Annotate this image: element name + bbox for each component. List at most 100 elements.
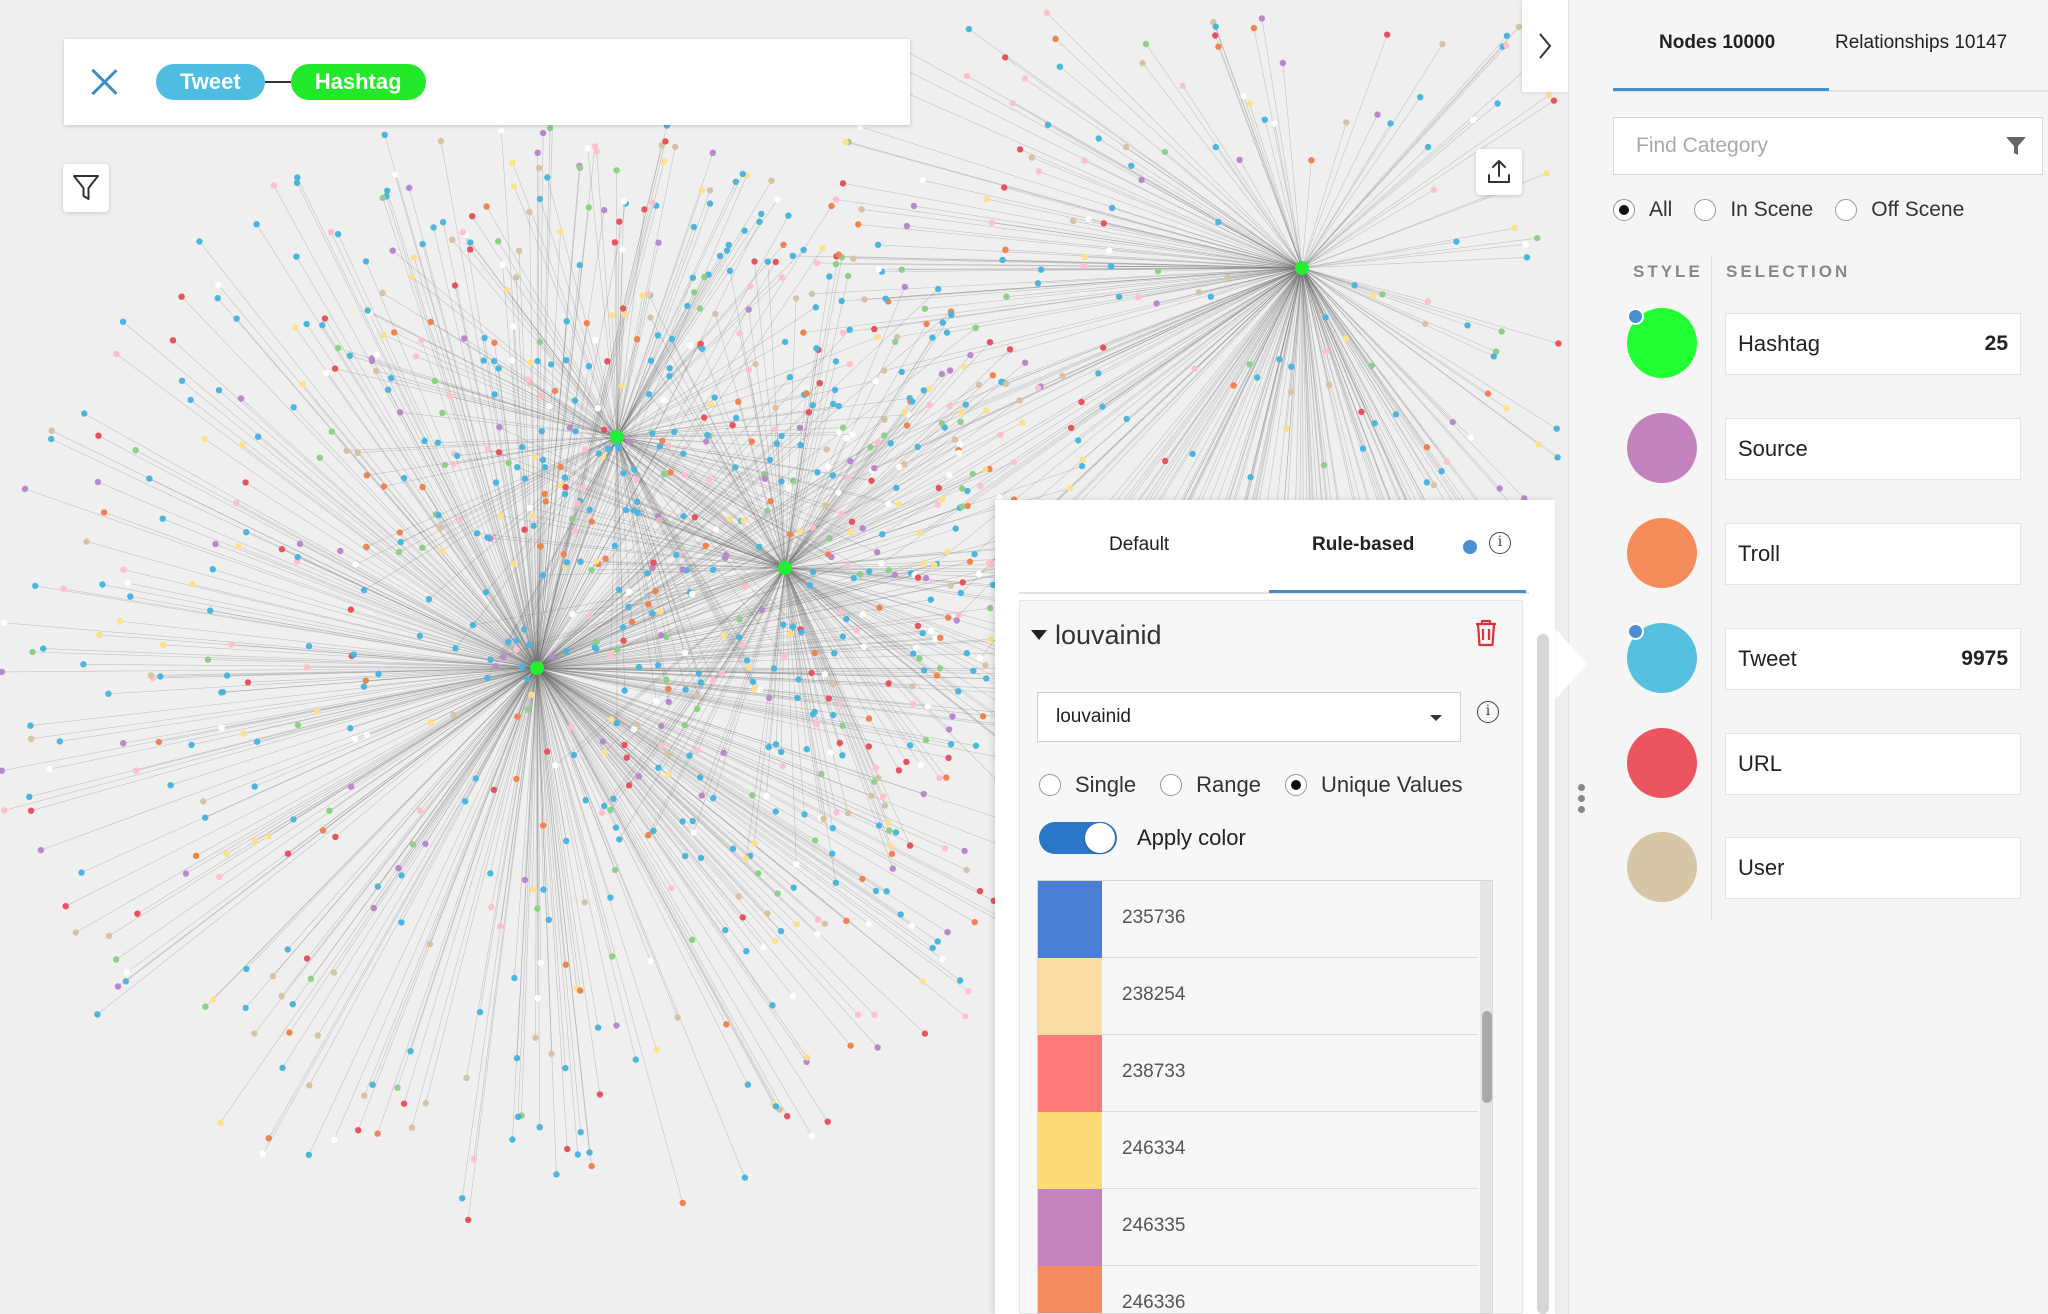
property-select-value: louvainid xyxy=(1056,706,1131,727)
category-row[interactable]: Source xyxy=(1627,413,2047,483)
scope-off-scene[interactable]: Off Scene xyxy=(1835,198,1964,222)
color-rule-row[interactable]: 246336 xyxy=(1038,1266,1478,1313)
category-color-swatch[interactable] xyxy=(1627,413,1697,483)
rule-indicator-dot xyxy=(1627,623,1644,640)
color-rule-value: 238254 xyxy=(1122,984,1186,1005)
popover-scrollbar[interactable] xyxy=(1537,634,1549,1314)
close-icon[interactable] xyxy=(86,64,122,100)
color-swatch[interactable] xyxy=(1038,1112,1102,1189)
mode-single[interactable]: Single xyxy=(1039,772,1136,798)
trash-icon[interactable] xyxy=(1473,618,1499,648)
category-name: URL xyxy=(1738,751,1783,776)
query-pill-hashtag[interactable]: Hashtag xyxy=(290,64,426,100)
color-swatch[interactable] xyxy=(1038,1189,1102,1266)
funnel-icon[interactable] xyxy=(2004,134,2028,158)
tab-nodes[interactable]: Nodes 10000 xyxy=(1659,32,1775,54)
rule-indicator-dot xyxy=(1627,308,1644,325)
color-swatch[interactable] xyxy=(1038,1266,1102,1313)
hashtag-hub-node[interactable] xyxy=(530,661,544,675)
category-color-swatch[interactable] xyxy=(1627,832,1697,902)
scope-in-scene-label: In Scene xyxy=(1730,198,1814,221)
upload-icon xyxy=(1488,160,1510,183)
category-row[interactable]: Tweet 9975 xyxy=(1627,623,2047,693)
mode-range[interactable]: Range xyxy=(1160,772,1261,798)
filter-button[interactable] xyxy=(63,164,109,212)
tab-relationships[interactable]: Relationships 10147 xyxy=(1835,32,2007,54)
category-count: 9975 xyxy=(1961,647,2008,670)
radio-icon xyxy=(1039,774,1061,796)
color-rule-value: 246334 xyxy=(1122,1138,1186,1159)
selection-header: SELECTION xyxy=(1726,262,1851,281)
info-icon[interactable]: i xyxy=(1489,532,1511,554)
hashtag-hub-node[interactable] xyxy=(610,430,624,444)
mode-unique-values-label: Unique Values xyxy=(1321,772,1463,797)
category-row[interactable]: Hashtag 25 xyxy=(1627,308,2047,378)
drag-handle[interactable] xyxy=(1578,784,1586,820)
hashtag-hub-node[interactable] xyxy=(778,561,792,575)
color-rule-row[interactable]: 238254 xyxy=(1038,958,1478,1035)
tab-default[interactable]: Default xyxy=(1109,534,1169,556)
caret-down-icon[interactable] xyxy=(1031,630,1047,640)
category-card[interactable]: Tweet 9975 xyxy=(1725,628,2021,690)
mode-unique-values[interactable]: Unique Values xyxy=(1285,772,1462,798)
category-color-swatch[interactable] xyxy=(1627,518,1697,588)
color-rule-value: 235736 xyxy=(1122,907,1186,928)
scope-all[interactable]: All xyxy=(1613,198,1672,222)
mode-single-label: Single xyxy=(1075,772,1137,797)
panel-tabs: Nodes 10000 Relationships 10147 xyxy=(1613,0,2048,92)
export-button[interactable] xyxy=(1476,149,1522,195)
category-card[interactable]: Troll xyxy=(1725,523,2021,585)
color-rule-list: 246336 246335 246334 238733 238254 235736 xyxy=(1037,880,1493,1314)
find-category-field[interactable] xyxy=(1613,117,2043,175)
category-color-swatch[interactable] xyxy=(1627,728,1697,798)
radio-icon xyxy=(1285,774,1307,796)
category-card[interactable]: URL xyxy=(1725,733,2021,795)
scope-all-label: All xyxy=(1649,198,1673,221)
query-pill-tweet[interactable]: Tweet xyxy=(156,64,265,100)
info-icon[interactable]: i xyxy=(1477,701,1499,723)
rule-title: louvainid xyxy=(1055,620,1162,650)
category-row[interactable]: Troll xyxy=(1627,518,2047,588)
query-bar: Tweet Hashtag xyxy=(64,39,910,125)
active-style-tab-indicator xyxy=(1269,590,1526,593)
color-swatch[interactable] xyxy=(1038,958,1102,1035)
color-swatch[interactable] xyxy=(1038,1035,1102,1112)
color-rule-row[interactable]: 246334 xyxy=(1038,1112,1478,1189)
column-headers: STYLE SELECTION xyxy=(1633,262,1847,282)
scope-in-scene[interactable]: In Scene xyxy=(1694,198,1813,222)
apply-color-label: Apply color xyxy=(1137,825,1246,850)
apply-color-row: Apply color xyxy=(1039,822,1246,854)
scope-off-scene-label: Off Scene xyxy=(1871,198,1965,221)
category-name: Tweet xyxy=(1738,646,1797,671)
hashtag-hub-node[interactable] xyxy=(1295,261,1309,275)
color-rule-row[interactable]: 235736 xyxy=(1038,881,1478,958)
radio-icon xyxy=(1835,199,1858,221)
tab-rule-based[interactable]: Rule-based xyxy=(1312,534,1414,556)
chevron-down-icon xyxy=(1430,715,1442,721)
category-count: 25 xyxy=(1984,332,2008,355)
style-tabs: Default Rule-based i xyxy=(1019,500,1529,594)
apply-color-toggle[interactable] xyxy=(1039,822,1117,854)
category-row[interactable]: URL xyxy=(1627,728,2047,798)
find-category-input[interactable] xyxy=(1636,134,1976,158)
rule-indicator-dot xyxy=(1463,540,1477,554)
category-name: Source xyxy=(1738,436,1808,461)
category-name: Hashtag xyxy=(1738,331,1820,356)
color-rule-row[interactable]: 238733 xyxy=(1038,1035,1478,1112)
category-row[interactable]: User xyxy=(1627,832,2047,902)
color-rule-value: 246335 xyxy=(1122,1215,1186,1236)
color-rule-value: 238733 xyxy=(1122,1061,1186,1082)
color-rule-value: 246336 xyxy=(1122,1292,1186,1313)
color-rule-row[interactable]: 246335 xyxy=(1038,1189,1478,1266)
category-card[interactable]: Hashtag 25 xyxy=(1725,313,2021,375)
category-card[interactable]: Source xyxy=(1725,418,2021,480)
active-tab-indicator xyxy=(1613,88,1829,91)
scope-radio-group: All In Scene Off Scene xyxy=(1613,198,1986,222)
color-swatch[interactable] xyxy=(1038,881,1102,958)
property-select[interactable]: louvainid xyxy=(1037,692,1461,742)
collapse-panel-button[interactable] xyxy=(1522,0,1568,92)
color-list-scroll-thumb[interactable] xyxy=(1482,1011,1492,1103)
category-card[interactable]: User xyxy=(1725,837,2021,899)
category-name: Troll xyxy=(1738,541,1780,566)
radio-icon xyxy=(1694,199,1717,221)
